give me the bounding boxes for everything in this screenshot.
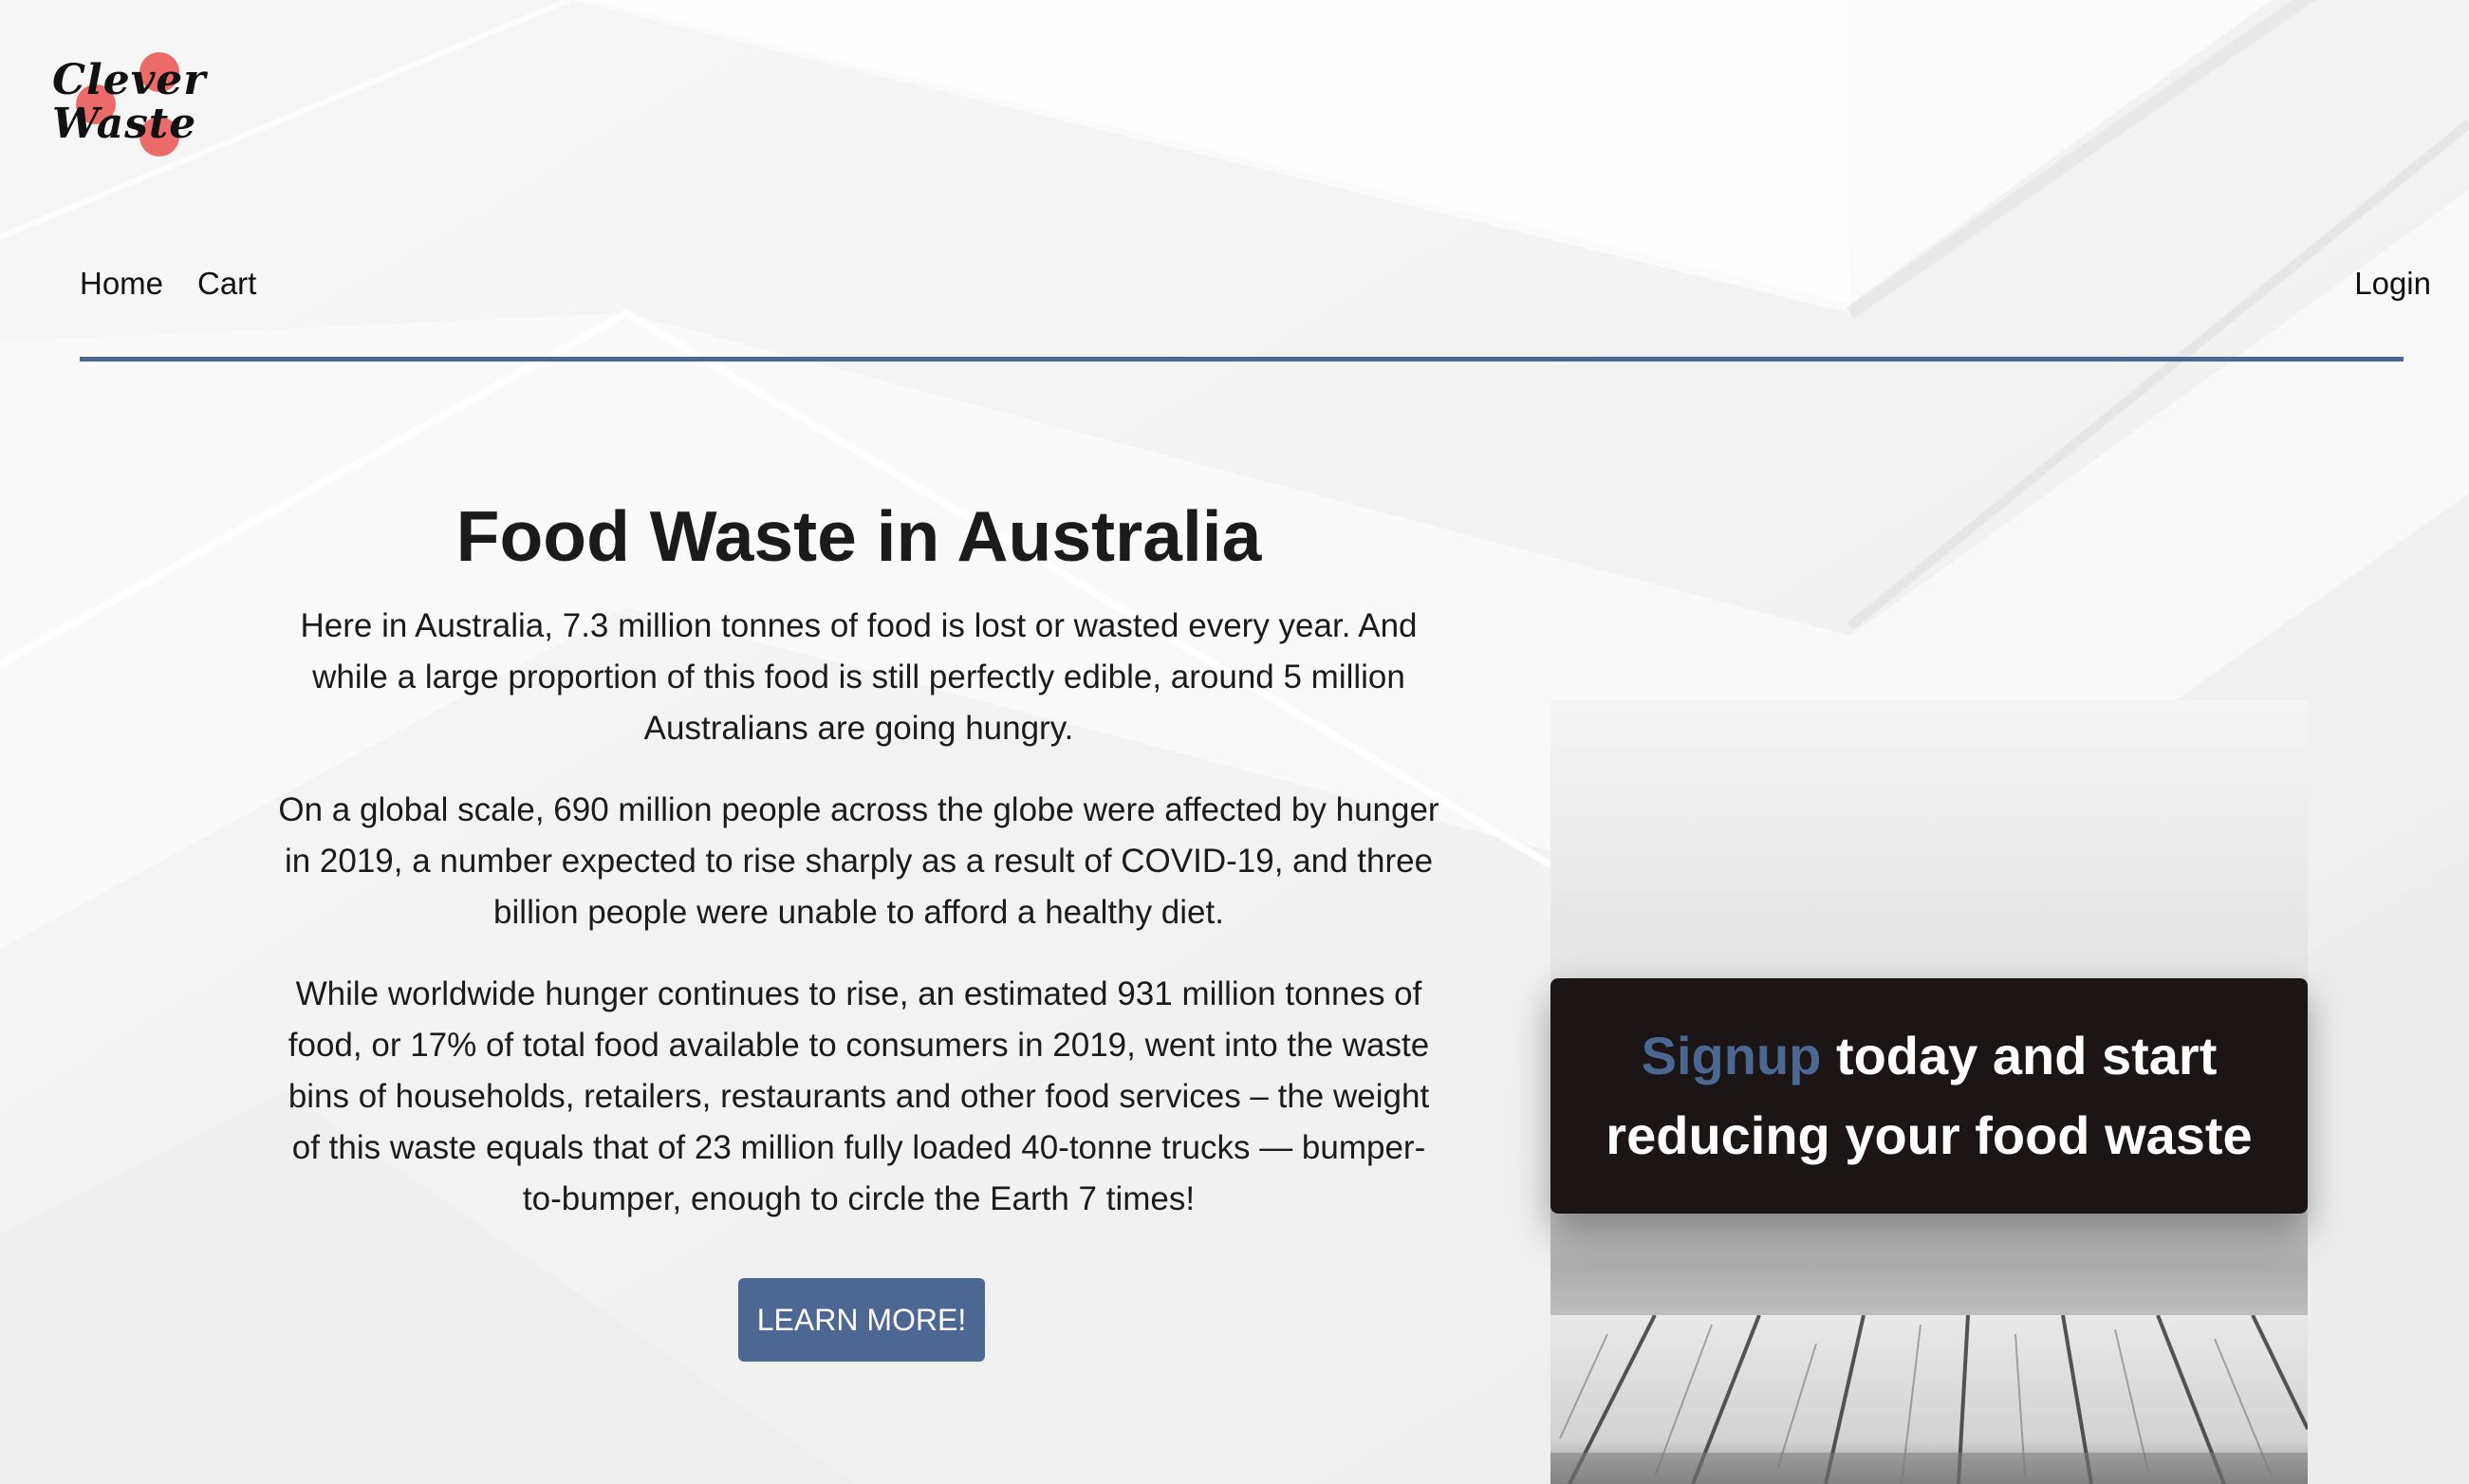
learn-more-button[interactable]: LEARN MORE!: [738, 1278, 985, 1362]
page-title: Food Waste in Australia: [455, 496, 1262, 576]
logo[interactable]: Clever Waste: [52, 52, 213, 166]
main-content: Food Waste in Australia Here in Australi…: [275, 489, 1442, 1225]
signup-text-line1: today and start: [1821, 1026, 2218, 1085]
logo-text-line1: Clever: [52, 56, 207, 104]
landing-page: Clever Waste Home Cart Login Food Waste …: [0, 0, 2469, 1484]
wooden-table-image: [1550, 1315, 2308, 1484]
signup-link[interactable]: Signup: [1642, 1026, 1822, 1085]
nav-home-link[interactable]: Home: [80, 266, 163, 302]
nav-divider: [80, 357, 2404, 362]
nav-cart-link[interactable]: Cart: [197, 266, 256, 302]
global-paragraph: On a global scale, 690 million people ac…: [278, 791, 1439, 931]
image-blur-band: [1550, 1194, 2308, 1326]
signup-banner-text: Signup today and start reducing your foo…: [1606, 1016, 2252, 1176]
nav-login-link[interactable]: Login: [2354, 266, 2431, 302]
signup-text-line2: reducing your food waste: [1606, 1105, 2253, 1165]
signup-banner[interactable]: Signup today and start reducing your foo…: [1550, 978, 2308, 1214]
logo-text-line2: Waste: [52, 100, 197, 148]
waste-paragraph: While worldwide hunger continues to rise…: [288, 975, 1430, 1217]
intro-paragraph: Here in Australia, 7.3 million tonnes of…: [300, 607, 1418, 747]
